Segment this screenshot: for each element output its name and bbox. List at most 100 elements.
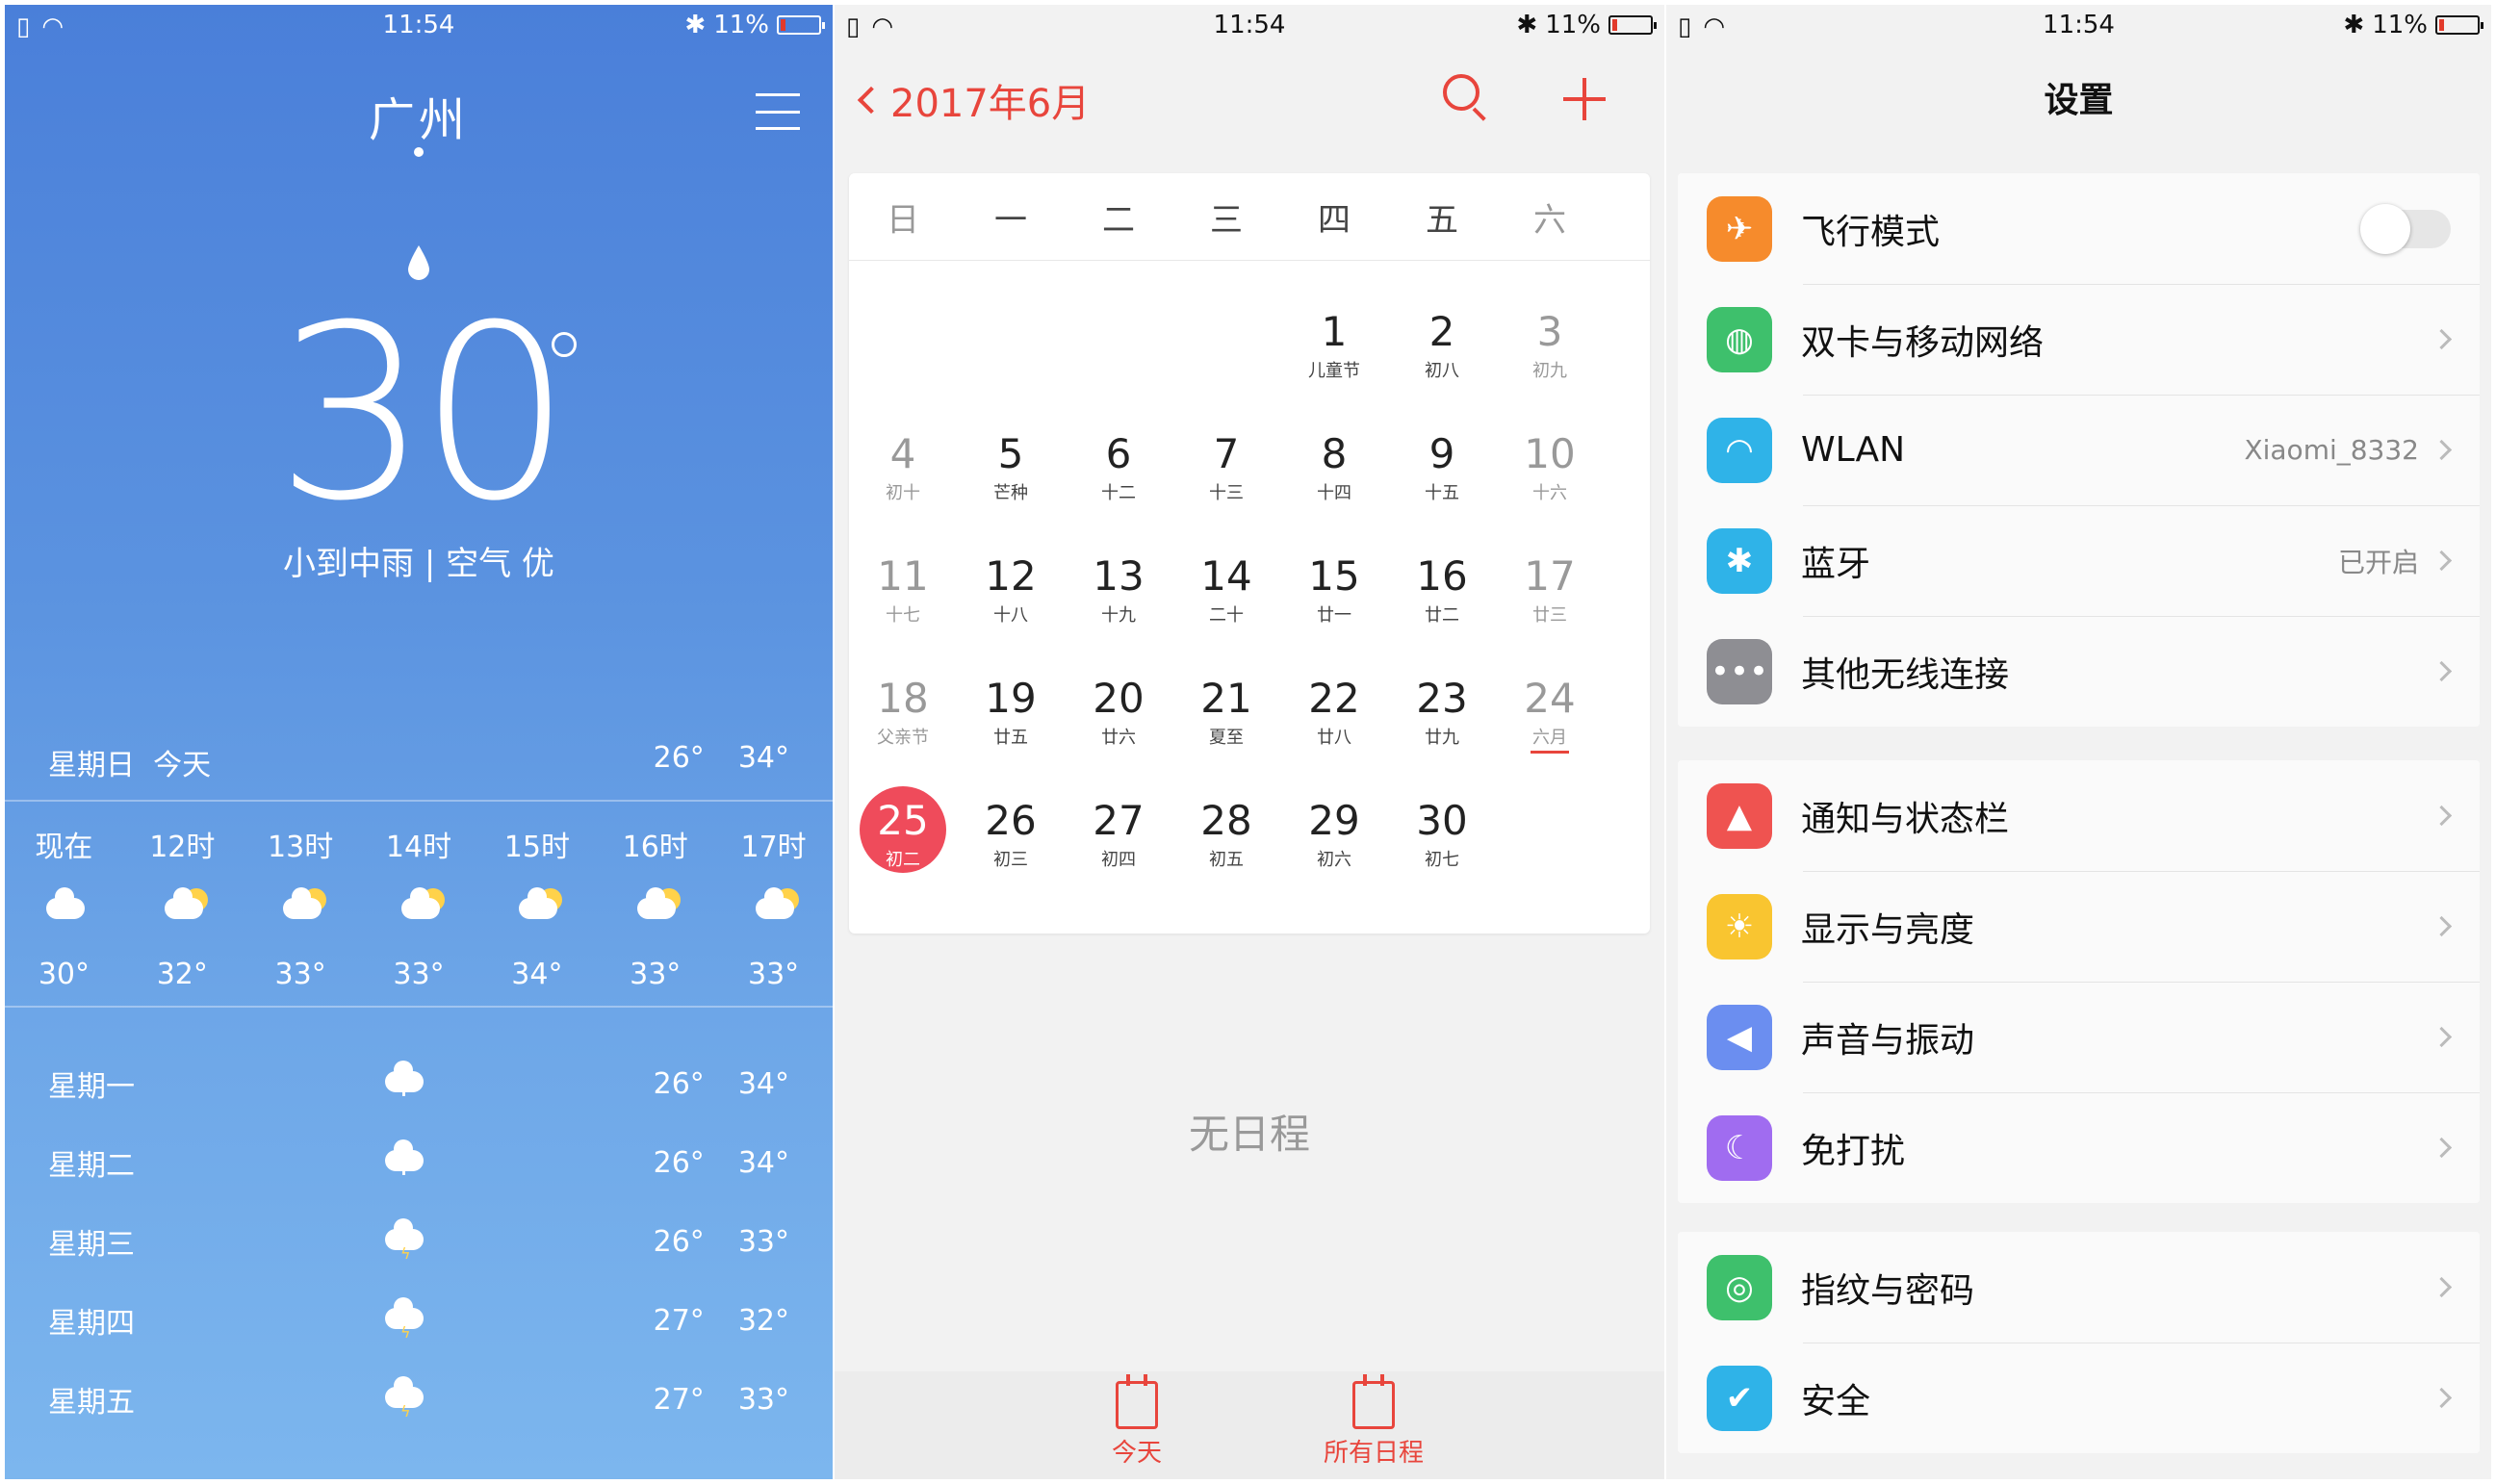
partly-cloudy-icon bbox=[360, 879, 478, 936]
day-cell[interactable]: 25 初二 bbox=[849, 786, 957, 920]
settings-item[interactable]: ◀ 声音与振动 bbox=[1678, 982, 2480, 1092]
day-cell[interactable]: 2 初八 bbox=[1388, 309, 1496, 431]
settings-item[interactable]: ✔ 安全 bbox=[1678, 1343, 2480, 1453]
settings-item-label: 显示与亮度 bbox=[1801, 909, 1975, 950]
day-cell[interactable]: 1 儿童节 bbox=[1280, 309, 1388, 431]
week-row: 11 十七 12 十八 13 十九 14 二十 15 廿一 16 廿二 17 廿三 bbox=[849, 553, 1650, 676]
lunar-label: 初八 bbox=[1425, 361, 1459, 381]
day-cell[interactable]: 27 初四 bbox=[1065, 798, 1172, 920]
day-number: 9 bbox=[1428, 430, 1455, 477]
empty-cell bbox=[1065, 309, 1172, 431]
settings-item-label: 安全 bbox=[1801, 1381, 1871, 1421]
day-low: 26° bbox=[653, 1224, 705, 1259]
day-number: 6 bbox=[1105, 430, 1132, 477]
settings-item[interactable]: ••• 其他无线连接 bbox=[1678, 616, 2480, 727]
day-cell[interactable]: 18 父亲节 bbox=[849, 676, 957, 798]
today-summary: 星期日 今天 26° 34° bbox=[48, 741, 789, 783]
day-cell[interactable]: 24 六月 bbox=[1496, 676, 1604, 798]
day-cell[interactable]: 12 十八 bbox=[957, 553, 1065, 676]
day-cell[interactable]: 29 初六 bbox=[1280, 798, 1388, 920]
day-low: 26° bbox=[653, 1145, 705, 1180]
hourly-forecast[interactable]: 现在 30° 12时 32° 13时 33° 14时 33° 15时 34° 16时 33… bbox=[5, 823, 833, 991]
tab-today-label: 今天 bbox=[1111, 1439, 1162, 1468]
day-cell[interactable]: 13 十九 bbox=[1065, 553, 1172, 676]
chevron-right-icon bbox=[2431, 439, 2453, 461]
daily-row[interactable]: 星期四 ϟ 27° 32° bbox=[48, 1281, 789, 1360]
day-number: 21 bbox=[1200, 675, 1252, 722]
settings-item-value: Xiaomi_8332 bbox=[2244, 434, 2419, 466]
day-cell[interactable]: 5 芒种 bbox=[957, 431, 1065, 553]
settings-item[interactable]: ◍ 双卡与移动网络 bbox=[1678, 284, 2480, 395]
city-name[interactable]: 广州 bbox=[5, 82, 833, 149]
day-cell[interactable]: 4 初十 bbox=[849, 431, 957, 553]
lunar-label: 初十 bbox=[886, 483, 920, 503]
weekday-label: 四 bbox=[1318, 200, 1351, 240]
daily-row[interactable]: 星期一 26° 34° bbox=[48, 1044, 789, 1123]
settings-item[interactable]: ◎ 指纹与密码 bbox=[1678, 1232, 2480, 1343]
day-cell[interactable]: 16 廿二 bbox=[1388, 553, 1496, 676]
day-high: 33° bbox=[737, 1224, 789, 1259]
settings-item[interactable]: ☀ 显示与亮度 bbox=[1678, 871, 2480, 982]
day-cell[interactable]: 14 二十 bbox=[1172, 553, 1280, 676]
empty-cell bbox=[849, 309, 957, 431]
settings-item[interactable]: ✈ 飞行模式 bbox=[1678, 173, 2480, 284]
search-icon[interactable] bbox=[1443, 74, 1480, 111]
month-grid: 日一二三四五六 1 儿童节 2 初八 3 初九 4 初十 5 芒种 6 十二 7 十三 8 十… bbox=[849, 173, 1650, 934]
day-cell[interactable]: 9 十五 bbox=[1388, 431, 1496, 553]
day-cell[interactable]: 28 初五 bbox=[1172, 798, 1280, 920]
daily-row[interactable]: 星期五 ϟ 27° 33° bbox=[48, 1360, 789, 1439]
lunar-label: 初九 bbox=[1532, 361, 1567, 381]
day-cell[interactable]: 11 十七 bbox=[849, 553, 957, 676]
day-cell[interactable]: 7 十三 bbox=[1172, 431, 1280, 553]
chevron-right-icon bbox=[2431, 1026, 2453, 1048]
day-cell[interactable]: 20 廿六 bbox=[1065, 676, 1172, 798]
day-number: 5 bbox=[997, 430, 1024, 477]
day-cell[interactable]: 22 廿八 bbox=[1280, 676, 1388, 798]
day-cell[interactable]: 23 廿九 bbox=[1388, 676, 1496, 798]
tab-all-label: 所有日程 bbox=[1323, 1439, 1424, 1468]
thunderstorm-icon: ϟ bbox=[385, 1217, 443, 1266]
settings-item[interactable]: ✱ 蓝牙 已开启 bbox=[1678, 505, 2480, 616]
day-cell[interactable]: 6 十二 bbox=[1065, 431, 1172, 553]
settings-item[interactable]: ◠ WLAN Xiaomi_8332 bbox=[1678, 395, 2480, 505]
day-cell[interactable]: 8 十四 bbox=[1280, 431, 1388, 553]
lunar-label: 廿六 bbox=[1101, 728, 1136, 748]
today-underline bbox=[1531, 751, 1569, 754]
hour-label: 17时 bbox=[740, 831, 807, 864]
hour-label: 16时 bbox=[622, 831, 688, 864]
status-bar: ▯ ◠ 11:54 ✱ 11% bbox=[1666, 5, 2491, 47]
settings-group: ◎ 指纹与密码 ✔ 安全 bbox=[1678, 1232, 2480, 1453]
lunar-label: 十七 bbox=[886, 605, 920, 626]
month-back-button[interactable]: 2017年6月 bbox=[857, 72, 1090, 128]
day-number: 28 bbox=[1200, 797, 1252, 844]
day-cell[interactable]: 30 初七 bbox=[1388, 798, 1496, 920]
add-event-icon[interactable] bbox=[1563, 78, 1606, 120]
day-name: 星期四 bbox=[48, 1307, 135, 1341]
daily-row[interactable]: 星期二 26° 34° bbox=[48, 1123, 789, 1202]
day-number: 20 bbox=[1093, 675, 1145, 722]
tab-all-events[interactable]: 所有日程 bbox=[1306, 1374, 1441, 1469]
day-cell[interactable]: 3 初九 bbox=[1496, 309, 1604, 431]
day-cell[interactable]: 10 十六 bbox=[1496, 431, 1604, 553]
hourly-item: 12时 32° bbox=[123, 823, 242, 991]
settings-item[interactable]: ▲ 通知与状态栏 bbox=[1678, 760, 2480, 871]
battery-percent: 11% bbox=[1545, 11, 1601, 39]
battery-percent: 11% bbox=[713, 11, 769, 39]
settings-item[interactable]: ☾ 免打扰 bbox=[1678, 1092, 2480, 1203]
airplane-mode-toggle[interactable] bbox=[2360, 203, 2451, 254]
menu-icon[interactable] bbox=[756, 93, 800, 130]
day-cell[interactable]: 19 廿五 bbox=[957, 676, 1065, 798]
day-cell[interactable]: 15 廿一 bbox=[1280, 553, 1388, 676]
day-low: 26° bbox=[653, 1066, 705, 1101]
day-cell[interactable]: 21 夏至 bbox=[1172, 676, 1280, 798]
lunar-label: 儿童节 bbox=[1308, 361, 1360, 381]
daily-row[interactable]: 星期三 ϟ 26° 33° bbox=[48, 1202, 789, 1281]
tab-today[interactable]: 今天 bbox=[1069, 1374, 1204, 1469]
day-cell[interactable]: 17 廿三 bbox=[1496, 553, 1604, 676]
speaker-icon: ◀ bbox=[1707, 1004, 1772, 1070]
day-number: 19 bbox=[985, 675, 1037, 722]
today-high: 34° bbox=[737, 741, 789, 775]
bottom-tab-bar: 今天 所有日程 bbox=[835, 1371, 1664, 1479]
hourly-item: 现在 30° bbox=[5, 823, 123, 991]
day-cell[interactable]: 26 初三 bbox=[957, 798, 1065, 920]
